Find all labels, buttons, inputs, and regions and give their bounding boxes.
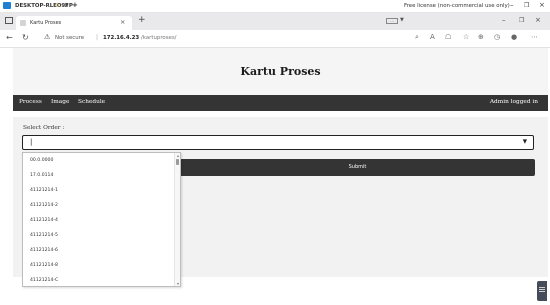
collections-icon[interactable]: ⊕ [478, 33, 484, 41]
favorite-star-icon[interactable]: ☆ [463, 33, 469, 41]
read-aloud-icon[interactable]: A [430, 33, 435, 41]
extensions-icon[interactable]: ☖ [445, 33, 451, 41]
favicon-icon [20, 20, 26, 26]
refresh-icon[interactable]: ↻ [22, 33, 29, 42]
close-icon[interactable]: × [539, 1, 545, 9]
history-icon[interactable]: ◷ [494, 33, 500, 41]
zoom-icon[interactable]: ⌕ [415, 33, 419, 42]
security-label[interactable]: Not secure [55, 35, 84, 41]
site-header: Kartu Proses [13, 48, 548, 95]
tab-kartu-proses[interactable]: Kartu Proses × [16, 16, 132, 30]
remote-desktop-bar: DESKTOP-RLEO9FP ☆ × + Free license (non-… [0, 0, 550, 13]
url-separator: | [96, 34, 99, 41]
url-host[interactable]: 172.16.4.23 [103, 35, 139, 41]
list-item[interactable]: 41121214-5 [30, 233, 58, 238]
tab-strip: Kartu Proses × + ⋯ ▼ – ❐ × [0, 13, 550, 30]
tab-search-icon[interactable]: ⋯ [386, 18, 398, 24]
nav-link-schedule[interactable]: Schedule [78, 99, 105, 105]
select-order-label: Select Order : [23, 125, 65, 131]
browser-minimize-icon[interactable]: – [502, 16, 506, 24]
chevron-down-icon[interactable]: ▼ [400, 17, 404, 23]
back-arrow-icon[interactable]: ← [6, 33, 13, 42]
minimize-icon[interactable]: – [510, 1, 514, 9]
tab-title: Kartu Proses [30, 19, 62, 26]
close-session-icon[interactable]: × [64, 2, 69, 9]
window-menu-icon[interactable] [5, 17, 13, 24]
admin-status: Admin logged in [489, 99, 538, 105]
page-title: Kartu Proses [240, 65, 321, 78]
warning-icon[interactable]: ⚠ [44, 33, 50, 41]
new-tab-button[interactable]: + [138, 15, 146, 25]
pin-icon[interactable]: ☆ [55, 2, 60, 9]
nav-link-image[interactable]: Image [51, 99, 69, 105]
add-session-icon[interactable]: + [72, 1, 78, 9]
browser-close-icon[interactable]: × [535, 16, 541, 24]
remote-desktop-icon [3, 2, 11, 9]
list-item[interactable]: 41121214-4 [30, 218, 58, 223]
list-item[interactable]: 41121214-2 [30, 203, 58, 208]
list-item[interactable]: 41121214-C [30, 278, 58, 283]
license-text: Free license (non-commercial use only) [404, 3, 510, 9]
list-item[interactable]: 41121214-6 [30, 248, 58, 253]
chevron-down-icon[interactable]: ▼ [523, 139, 527, 145]
scroll-up-icon[interactable]: ▴ [177, 153, 179, 158]
list-item[interactable]: 41121214-1 [30, 188, 58, 193]
nav-link-process[interactable]: Process [19, 99, 42, 105]
url-path[interactable]: /kartuproses/ [141, 35, 176, 41]
select-input-value: | [30, 138, 33, 146]
order-select[interactable]: | ▼ [22, 135, 534, 150]
main-navbar: Process Image Schedule Admin logged in [13, 95, 548, 111]
address-bar: ← ↻ ⚠ Not secure | 172.16.4.23 /kartupro… [0, 30, 550, 48]
order-dropdown-list[interactable]: 00.0.0000 17.0.0114 41121214-1 41121214-… [22, 152, 181, 287]
submit-button[interactable]: Submit [180, 159, 535, 176]
more-menu-icon[interactable]: ⋯ [531, 33, 538, 41]
maximize-icon[interactable]: ❐ [524, 2, 529, 9]
list-item[interactable]: 17.0.0114 [30, 173, 53, 178]
scroll-down-icon[interactable]: ▾ [177, 281, 179, 286]
scrollbar-thumb[interactable] [176, 159, 179, 165]
side-panel-toggle[interactable] [537, 281, 547, 301]
list-item[interactable]: 00.0.0000 [30, 158, 53, 163]
profile-avatar-icon[interactable]: ● [511, 33, 517, 41]
tab-close-icon[interactable]: × [120, 18, 125, 26]
menu-icon [539, 287, 545, 288]
dropdown-scrollbar[interactable]: ▴ ▾ [174, 153, 180, 286]
browser-restore-icon[interactable]: ❐ [519, 17, 524, 24]
list-item[interactable]: 41121214-8 [30, 263, 58, 268]
